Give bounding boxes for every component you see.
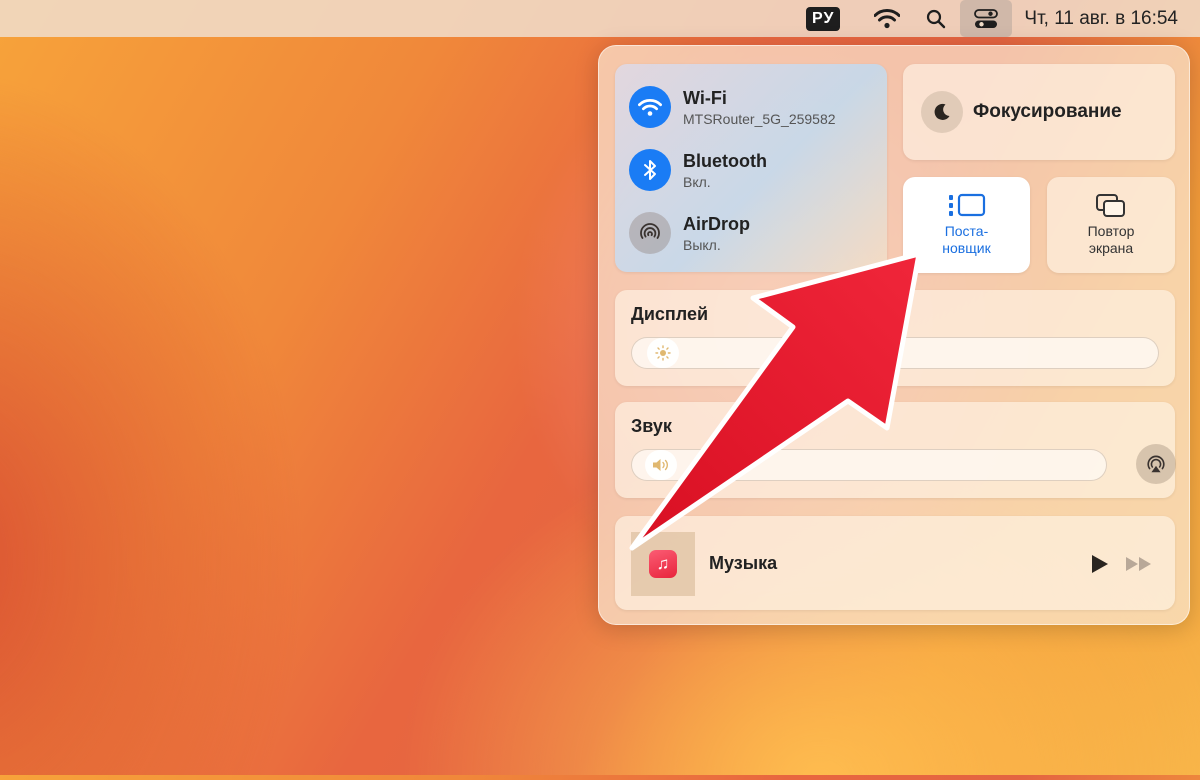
wifi-title: Wi-Fi <box>683 87 727 108</box>
stage-manager-button[interactable]: Поста- новщик <box>903 177 1030 273</box>
volume-slider-knob[interactable] <box>645 450 678 480</box>
bluetooth-row[interactable]: Bluetooth Вкл. <box>629 149 767 191</box>
wifi-toggle[interactable] <box>629 86 671 128</box>
music-app-icon: ♫ <box>649 550 677 578</box>
stage-manager-label-line1: Поста- <box>944 223 989 239</box>
airplay-audio-button[interactable] <box>1136 444 1176 484</box>
wifi-network-name: MTSRouter_5G_259582 <box>683 110 836 127</box>
screen-mirroring-label-line2: экрана <box>1088 240 1134 256</box>
brightness-slider[interactable] <box>631 337 1159 369</box>
airdrop-row[interactable]: AirDrop Выкл. <box>629 212 750 254</box>
focus-toggle[interactable] <box>921 91 963 133</box>
play-button[interactable] <box>1089 554 1109 579</box>
menubar-control-center-button[interactable] <box>960 0 1013 37</box>
stage-manager-label-line2: новщик <box>942 240 991 256</box>
volume-slider[interactable] <box>631 449 1107 481</box>
bluetooth-status: Вкл. <box>683 173 711 190</box>
control-center-icon <box>974 8 999 28</box>
wifi-text: Wi-Fi MTSRouter_5G_259582 <box>683 88 836 127</box>
menubar-clock[interactable]: Чт, 11 авг. в 16:54 <box>1024 0 1178 37</box>
screen-mirroring-icon <box>1096 194 1125 217</box>
airdrop-title: AirDrop <box>683 213 750 234</box>
airdrop-icon <box>640 223 660 239</box>
moon-icon <box>934 103 950 120</box>
bluetooth-toggle[interactable] <box>629 149 671 191</box>
music-title: Музыка <box>709 553 778 573</box>
focus-label: Фокусирование <box>973 101 1122 122</box>
menubar-spotlight-button[interactable] <box>926 0 946 37</box>
screen-mirroring-button[interactable]: Повтор экрана <box>1047 177 1175 273</box>
screen-mirroring-label: Повтор экрана <box>1088 223 1135 257</box>
wifi-row[interactable]: Wi-Fi MTSRouter_5G_259582 <box>629 86 836 128</box>
bluetooth-text: Bluetooth Вкл. <box>683 151 767 190</box>
speaker-icon <box>653 459 669 471</box>
sound-heading: Звук <box>631 416 672 436</box>
language-badge: РУ <box>806 6 841 31</box>
play-icon <box>1092 555 1108 573</box>
airplay-icon <box>1147 455 1165 473</box>
album-art: ♫ <box>631 532 695 596</box>
sun-icon <box>655 345 671 361</box>
now-playing-tile[interactable]: ♫ Музыка <box>615 516 1175 610</box>
screen-mirroring-label-line1: Повтор <box>1087 223 1135 239</box>
stage-manager-label: Поста- новщик <box>942 223 990 257</box>
bluetooth-title: Bluetooth <box>683 150 767 171</box>
focus-tile[interactable]: Фокусирование <box>903 64 1175 160</box>
bluetooth-icon <box>644 160 656 180</box>
search-icon <box>927 9 946 28</box>
airdrop-status: Выкл. <box>683 236 721 253</box>
wifi-icon <box>874 8 901 28</box>
airdrop-toggle[interactable] <box>629 212 671 254</box>
network-tile: Wi-Fi MTSRouter_5G_259582 Bluetooth Вкл. <box>615 64 887 272</box>
airdrop-text: AirDrop Выкл. <box>683 214 750 253</box>
stage-manager-icon <box>948 193 985 217</box>
menubar-wifi-button[interactable] <box>874 0 901 37</box>
fast-forward-icon <box>1126 557 1151 571</box>
sound-tile: Звук <box>615 402 1176 498</box>
display-tile: Дисплей <box>615 290 1175 386</box>
wifi-icon <box>638 98 662 116</box>
control-center-panel: Wi-Fi MTSRouter_5G_259582 Bluetooth Вкл. <box>598 45 1190 625</box>
next-track-button[interactable] <box>1125 556 1153 577</box>
clock-text: Чт, 11 авг. в 16:54 <box>1024 7 1178 29</box>
brightness-slider-knob[interactable] <box>646 338 679 368</box>
menu-bar: РУ Чт, 11 авг. в 16:54 <box>0 0 1200 37</box>
display-heading: Дисплей <box>631 304 709 324</box>
input-language-menu[interactable]: РУ <box>806 0 874 37</box>
